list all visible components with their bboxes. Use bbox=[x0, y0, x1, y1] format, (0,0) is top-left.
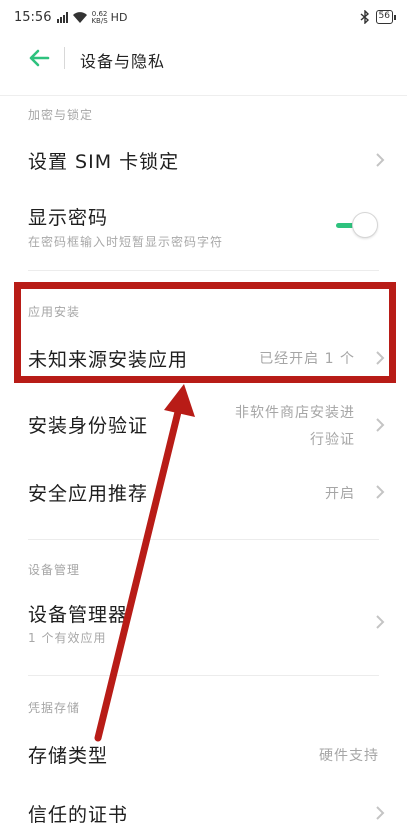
trusted-certs-title: 信任的证书 bbox=[28, 804, 129, 826]
show-password-subtitle: 在密码框输入时短暂显示密码字符 bbox=[28, 235, 224, 249]
storage-type-value: 硬件支持 bbox=[319, 748, 379, 764]
section-divider bbox=[28, 270, 379, 271]
highlight-box bbox=[14, 282, 396, 383]
header-divider bbox=[64, 47, 65, 69]
status-time: 15:56 bbox=[14, 10, 52, 25]
section-label-device-mgmt: 设备管理 bbox=[28, 563, 81, 577]
section-divider bbox=[28, 675, 379, 676]
device-admin-title: 设备管理器 bbox=[28, 604, 129, 626]
toggle-thumb bbox=[352, 212, 378, 238]
battery-icon: 56 bbox=[375, 10, 397, 24]
safe-app-recommend-title: 安全应用推荐 bbox=[28, 483, 149, 505]
status-bar: 15:56 0.62 KB/S HD 56 bbox=[0, 0, 407, 38]
section-label-encryption: 加密与锁定 bbox=[28, 108, 94, 122]
network-type: HD bbox=[110, 11, 128, 24]
chevron-right-icon bbox=[376, 153, 385, 167]
back-arrow-icon[interactable] bbox=[28, 48, 50, 68]
chevron-right-icon bbox=[376, 485, 385, 499]
chevron-right-icon bbox=[376, 615, 385, 629]
install-auth-value-line1: 非软件商店安装进 bbox=[235, 405, 355, 421]
sim-lock-title: 设置 SIM 卡锁定 bbox=[28, 151, 180, 173]
install-auth-value-line2: 行验证 bbox=[310, 432, 355, 448]
bluetooth-icon bbox=[360, 10, 369, 24]
chevron-right-icon bbox=[376, 806, 385, 820]
app-header: 设备与隐私 bbox=[0, 38, 407, 78]
storage-type-title: 存储类型 bbox=[28, 745, 109, 767]
section-label-credentials: 凭据存储 bbox=[28, 701, 81, 715]
show-password-toggle[interactable] bbox=[336, 210, 382, 240]
wifi-icon bbox=[73, 12, 88, 23]
chevron-right-icon bbox=[376, 418, 385, 432]
battery-level: 56 bbox=[378, 11, 390, 21]
net-speed: 0.62 KB/S bbox=[91, 10, 108, 25]
section-divider bbox=[28, 539, 379, 540]
show-password-title: 显示密码 bbox=[28, 207, 109, 229]
signal-icon bbox=[57, 12, 69, 23]
header-separator bbox=[0, 95, 407, 96]
install-auth-title: 安装身份验证 bbox=[28, 415, 149, 437]
device-admin-subtitle: 1 个有效应用 bbox=[28, 631, 107, 645]
net-speed-unit: KB/S bbox=[91, 16, 108, 25]
page-title: 设备与隐私 bbox=[80, 52, 166, 71]
safe-app-recommend-value: 开启 bbox=[325, 486, 355, 502]
